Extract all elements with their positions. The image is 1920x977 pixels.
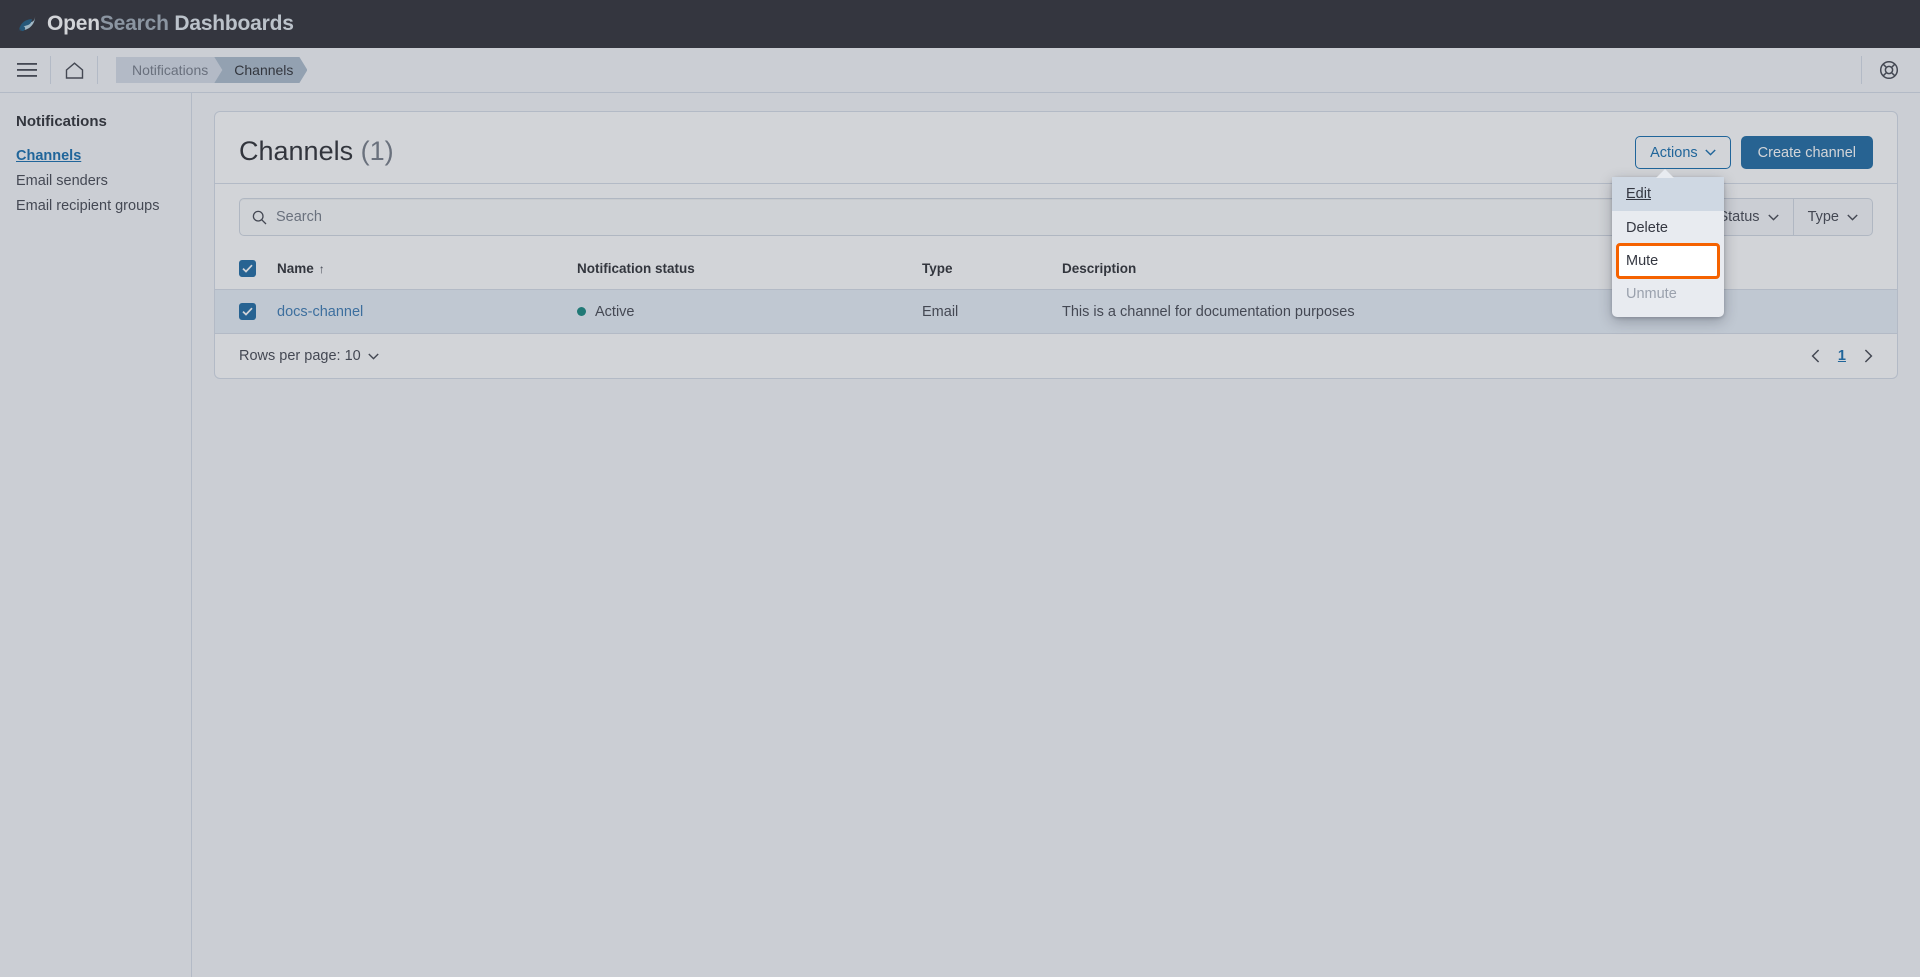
column-header-name[interactable]: Name ↑ xyxy=(269,250,569,290)
chevron-left-icon[interactable] xyxy=(1811,349,1820,363)
row-checkbox[interactable] xyxy=(239,303,256,320)
actions-button-label: Actions xyxy=(1650,144,1698,161)
status-badge: Active xyxy=(577,304,906,320)
nav-divider xyxy=(50,56,51,84)
menu-item-unmute: Unmute xyxy=(1626,286,1677,302)
pagination-page-1[interactable]: 1 xyxy=(1838,348,1846,364)
chevron-down-icon xyxy=(1704,149,1716,156)
pagination: 1 xyxy=(1811,348,1873,364)
row-status-cell: Active xyxy=(569,289,914,334)
status-dot-icon xyxy=(577,307,586,316)
breadcrumb-bar: Notifications Channels xyxy=(0,48,1920,93)
brand-search: Search xyxy=(99,12,169,35)
panel-header-actions: Actions Create channel xyxy=(1635,134,1873,169)
sort-asc-icon: ↑ xyxy=(318,262,325,276)
rows-per-page-button[interactable]: Rows per page: 10 xyxy=(239,348,379,364)
nav-divider-3 xyxy=(1861,56,1862,84)
nav-divider-2 xyxy=(97,56,98,84)
breadcrumb-item-channels[interactable]: Channels xyxy=(214,57,307,83)
help-lifebuoy-icon[interactable] xyxy=(1872,53,1906,87)
channel-name-link[interactable]: docs-channel xyxy=(277,304,363,320)
app-header: OpenSearch Dashboards xyxy=(0,0,1920,48)
type-filter-button[interactable]: Type xyxy=(1793,198,1873,236)
page-root: OpenSearch Dashboards Notifications Chan… xyxy=(0,0,1920,977)
rows-per-page-label: Rows per page: 10 xyxy=(239,348,361,364)
menu-item-mute[interactable]: Mute xyxy=(1616,243,1720,279)
row-select-cell xyxy=(215,289,269,334)
breadcrumb-item-notifications[interactable]: Notifications xyxy=(116,57,222,83)
status-label: Active xyxy=(595,303,635,320)
menu-item-edit[interactable]: Edit xyxy=(1612,177,1724,211)
select-all-header xyxy=(215,250,269,290)
brand-title: OpenSearch Dashboards xyxy=(47,12,294,36)
check-icon xyxy=(242,307,253,316)
table-footer: Rows per page: 10 1 xyxy=(215,334,1897,378)
actions-popover-menu: Edit Delete Mute Unmute xyxy=(1612,169,1724,317)
home-icon[interactable] xyxy=(57,53,91,87)
check-icon xyxy=(242,264,253,273)
chevron-right-icon[interactable] xyxy=(1864,349,1873,363)
status-filter-label: Status xyxy=(1718,209,1760,225)
chevron-left-glyph xyxy=(1811,349,1820,363)
search-box[interactable] xyxy=(239,198,1705,236)
chevron-right-glyph xyxy=(1864,349,1873,363)
page-title-count: (1) xyxy=(360,136,394,166)
nav-right-group xyxy=(1855,53,1906,87)
row-description-cell: This is a channel for documentation purp… xyxy=(1054,289,1897,334)
chevron-down-icon xyxy=(1767,213,1779,221)
lifebuoy-glyph xyxy=(1879,60,1899,80)
chevron-down-icon xyxy=(368,352,379,360)
sidebar-item-channels[interactable]: Channels xyxy=(16,144,191,169)
actions-button[interactable]: Actions xyxy=(1635,136,1731,169)
page-title: Channels (1) xyxy=(239,134,394,168)
opensearch-mark-icon xyxy=(18,15,36,33)
opensearch-logo[interactable]: OpenSearch Dashboards xyxy=(14,11,294,37)
sidebar-item-email-recipient-groups[interactable]: Email recipient groups xyxy=(16,194,191,219)
sidebar-item-email-senders[interactable]: Email senders xyxy=(16,169,191,194)
page-title-text: Channels xyxy=(239,136,354,166)
sidebar-title: Notifications xyxy=(16,113,107,130)
column-header-description[interactable]: Description xyxy=(1054,250,1897,290)
chevron-down-icon xyxy=(1847,213,1858,221)
filter-group: Status Type xyxy=(1704,198,1873,236)
menu-item-delete[interactable]: Delete xyxy=(1612,211,1724,245)
sidebar: Notifications Channels Email senders Ema… xyxy=(0,93,192,977)
breadcrumb: Notifications Channels xyxy=(116,57,299,83)
brand-dashboards: Dashboards xyxy=(174,12,294,35)
row-name-cell: docs-channel xyxy=(269,289,569,334)
brand-open: Open xyxy=(47,12,100,35)
column-header-notification-status[interactable]: Notification status xyxy=(569,250,914,290)
hamburger-glyph xyxy=(17,63,37,77)
home-glyph xyxy=(65,61,83,79)
row-type-cell: Email xyxy=(914,289,1054,334)
column-header-name-label: Name xyxy=(277,261,314,276)
search-input[interactable] xyxy=(276,209,1692,225)
create-channel-button[interactable]: Create channel xyxy=(1740,136,1873,169)
type-filter-label: Type xyxy=(1807,209,1839,225)
hamburger-menu-icon[interactable] xyxy=(10,53,44,87)
panel-header: Channels (1) Actions Create channel xyxy=(215,112,1897,169)
column-header-type[interactable]: Type xyxy=(914,250,1054,290)
select-all-checkbox[interactable] xyxy=(239,260,256,277)
search-icon xyxy=(252,210,267,224)
